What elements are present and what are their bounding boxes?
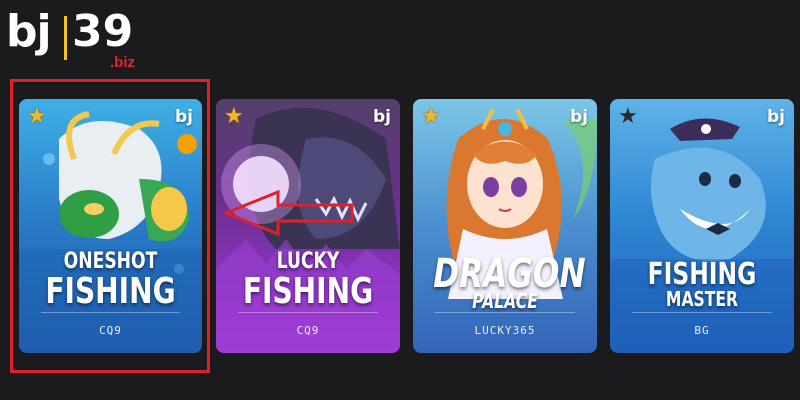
brand-badge-icon: bj [373,107,391,127]
brand-badge-icon: bj [767,107,785,127]
game-card-fishing-master[interactable]: ★ bj FISHING MASTER BG [610,99,794,353]
logo-separator [64,16,67,60]
game-provider: BG [694,324,710,337]
divider [238,312,378,313]
dragon-art [19,99,202,353]
logo-tld: .biz [110,54,135,71]
brand-badge-icon: bj [175,107,193,127]
divider [41,312,180,313]
game-title-line2: MASTER [665,287,739,311]
logo-brand: bj [6,6,52,57]
shark-pirate-art [610,99,794,353]
left-arrow-icon [222,189,354,237]
game-title-line2: FISHING [45,271,176,312]
favorite-star-icon[interactable]: ★ [224,105,244,127]
game-card-oneshot-fishing[interactable]: ★ bj ONESHOT FISHING CQ9 [19,99,202,353]
favorite-star-icon[interactable]: ★ [421,105,441,127]
game-title-line2: FISHING [242,271,374,312]
game-card-dragon-palace[interactable]: ★ bj DRAGON PALACE LUCKY365 [413,99,597,353]
game-provider: LUCKY365 [474,324,536,337]
divider [435,312,575,313]
favorite-star-icon[interactable]: ★ [27,105,47,127]
favorite-star-icon[interactable]: ★ [618,105,638,127]
divider [632,312,772,313]
site-logo[interactable]: bj 39 .biz [6,4,166,72]
brand-badge-icon: bj [570,107,588,127]
logo-number: 39 [72,6,134,57]
princess-art [413,99,597,353]
game-title-line2: PALACE [472,289,538,313]
game-provider: CQ9 [99,324,122,337]
game-provider: CQ9 [296,324,320,337]
